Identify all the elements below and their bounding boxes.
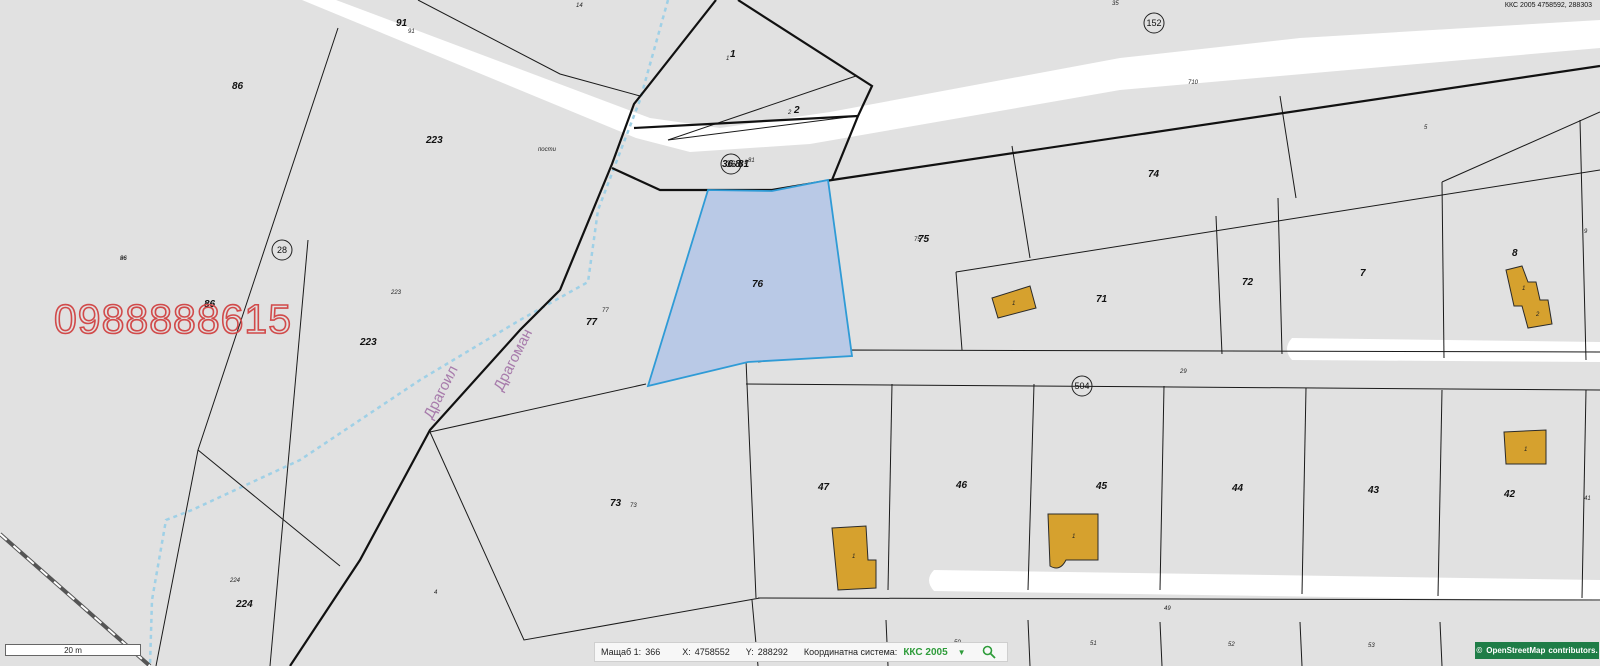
parcel-label: 44 — [1231, 483, 1244, 494]
parcel-label: 86 — [232, 81, 244, 92]
parcel-label: 42 — [1503, 489, 1516, 500]
svg-text:1: 1 — [1524, 447, 1527, 453]
y-value: 288292 — [757, 647, 788, 657]
parcel-label: 7 — [1360, 268, 1366, 279]
svg-text:4: 4 — [434, 590, 438, 596]
svg-text:35: 35 — [1112, 1, 1119, 7]
svg-text:14: 14 — [576, 3, 583, 9]
parcel-label-small: 77 — [602, 308, 609, 314]
circle-label-504: 504 — [1074, 381, 1089, 391]
parcel-label: 223 — [359, 337, 377, 348]
crs-select[interactable]: ККС 2005 — [903, 647, 947, 658]
parcel-label: 45 — [1095, 481, 1108, 492]
svg-text:710: 710 — [1188, 80, 1199, 86]
parcel-label: 74 — [1148, 169, 1160, 180]
parcel-label-small: 223 — [390, 290, 402, 296]
parcel-label: 8 — [1512, 248, 1518, 259]
svg-text:52: 52 — [1228, 642, 1235, 648]
scale-value: 366 — [645, 647, 661, 657]
road-diagonal — [264, 0, 1600, 152]
crs-label: Координатна система: — [803, 647, 898, 657]
svg-text:41: 41 — [1584, 496, 1591, 502]
svg-text:пости: пости — [538, 147, 557, 153]
search-icon[interactable] — [982, 645, 996, 659]
parcel-label: 223 — [425, 135, 443, 146]
parcel-label: 224 — [235, 599, 253, 610]
svg-text:9: 9 — [1584, 229, 1588, 235]
parcel-label: 73 — [610, 498, 622, 509]
x-label: X: — [682, 647, 691, 657]
parcel-label-small: 75 — [914, 237, 921, 243]
parcel-label: 71 — [1096, 294, 1108, 305]
svg-text:1: 1 — [732, 163, 735, 169]
parcel-outlines — [155, 0, 1600, 666]
phone-watermark: 0988888615 — [54, 296, 292, 342]
svg-text:1: 1 — [1072, 534, 1075, 540]
svg-text:81: 81 — [748, 158, 755, 164]
svg-text:53: 53 — [1368, 643, 1375, 649]
svg-text:96: 96 — [120, 256, 127, 262]
road-right-south — [929, 570, 1600, 601]
circle-label-28: 28 — [277, 245, 287, 255]
svg-text:29: 29 — [1179, 369, 1187, 375]
attribution-suffix: contributors. — [1548, 646, 1598, 655]
parcel-label: 72 — [1242, 277, 1254, 288]
parcel-label: 47 — [817, 482, 830, 493]
parcel-label: 76 — [752, 279, 764, 290]
parcel-label: 2 — [793, 105, 800, 116]
svg-text:51: 51 — [1090, 641, 1097, 647]
svg-text:5: 5 — [1424, 125, 1428, 131]
parcel-label: 77 — [586, 317, 598, 328]
svg-text:1: 1 — [744, 160, 747, 166]
attribution-badge[interactable]: © OpenStreetMap contributors. — [1475, 642, 1599, 659]
parcel-label: 91 — [396, 18, 408, 29]
chevron-down-icon[interactable]: ▼ — [958, 648, 966, 657]
parcel-label: 43 — [1367, 485, 1380, 496]
svg-text:1: 1 — [1012, 301, 1015, 307]
parcel-label-small: 91 — [408, 29, 415, 35]
x-value: 4758552 — [694, 647, 730, 657]
cadastral-map[interactable]: 152 28 504 36 91 91 86 223 223 86 86 223… — [0, 0, 1600, 666]
scale-bar-label: 20 m — [64, 646, 82, 655]
parcel-label: 1 — [730, 49, 736, 60]
circle-label-152: 152 — [1146, 18, 1161, 28]
svg-text:1: 1 — [1522, 286, 1525, 292]
copyright-symbol: © — [1476, 646, 1483, 655]
svg-text:2: 2 — [1535, 312, 1540, 318]
attribution-link[interactable]: OpenStreetMap — [1486, 646, 1545, 655]
parcel-label-small: 73 — [630, 503, 637, 509]
scale-bar: 20 m — [5, 644, 141, 656]
selected-parcel-76[interactable] — [646, 178, 854, 388]
search-icon-glyph — [982, 645, 996, 659]
map-canvas[interactable]: 152 28 504 36 91 91 86 223 223 86 86 223… — [0, 0, 1600, 666]
scale-label: Мащаб 1: — [601, 647, 642, 657]
svg-text:2: 2 — [787, 110, 792, 116]
coordinate-readout: ККС 2005 4758592, 288303 — [1504, 2, 1592, 9]
svg-text:49: 49 — [1164, 606, 1171, 612]
status-bar: Мащаб 1: 366 X: 4758552 Y: 288292 Коорди… — [594, 642, 1008, 662]
svg-text:1: 1 — [852, 554, 855, 560]
parcel-label: 46 — [955, 480, 968, 491]
svg-text:1: 1 — [726, 56, 729, 62]
y-label: Y: — [745, 647, 754, 657]
road-name-dragoil: Драгоил — [420, 363, 461, 422]
svg-text:224: 224 — [229, 578, 241, 584]
